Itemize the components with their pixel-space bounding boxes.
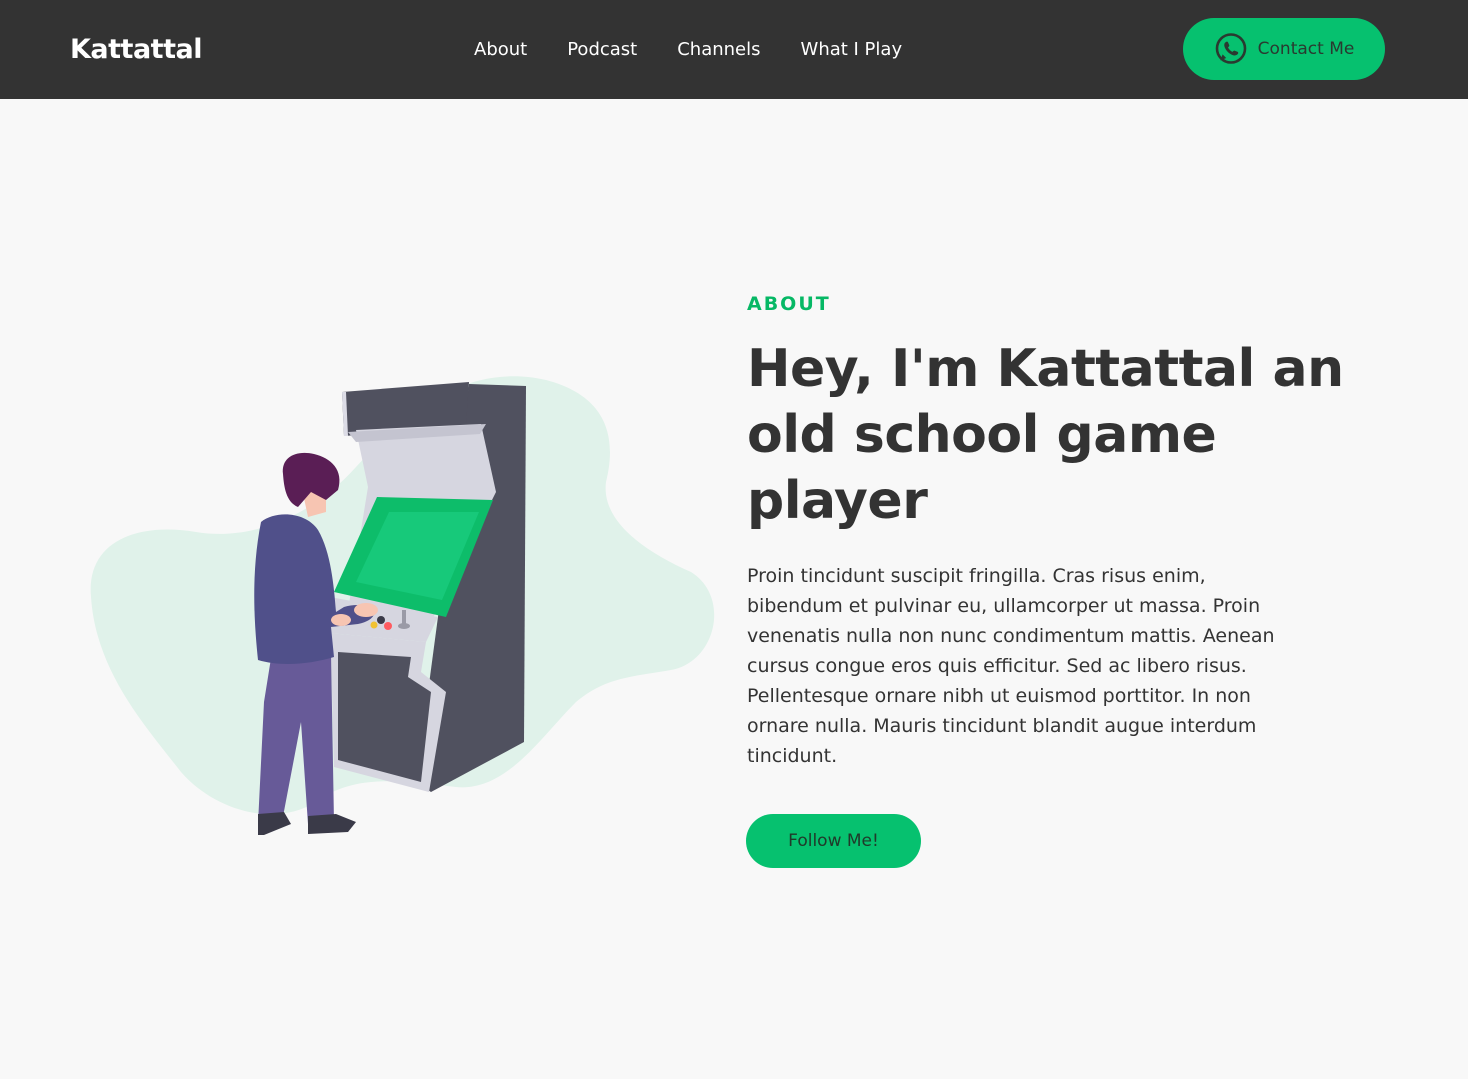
brand-logo[interactable]: Kattattal	[70, 30, 202, 70]
site-header: Kattattal About Podcast Channels What I …	[0, 0, 1468, 99]
contact-me-button[interactable]: Contact Me	[1183, 18, 1385, 80]
nav-link-channels[interactable]: Channels	[677, 37, 760, 63]
intro-paragraph: Proin tincidunt suscipit fringilla. Cras…	[747, 565, 1275, 767]
person-shoes	[258, 812, 291, 835]
person-playing-arcade-illustration	[90, 376, 715, 835]
main-nav: About Podcast Channels What I Play	[474, 37, 902, 63]
follow-me-button[interactable]: Follow Me!	[746, 814, 921, 868]
nav-link-podcast[interactable]: Podcast	[567, 37, 637, 63]
page-title: Hey, I'm Kattattal an old school game pl…	[747, 339, 1344, 531]
section-eyebrow: ABOUT	[747, 293, 831, 315]
nav-link-about[interactable]: About	[474, 37, 527, 63]
nav-link-what-i-play[interactable]: What I Play	[801, 37, 903, 63]
contact-me-label: Contact Me	[1257, 39, 1355, 59]
whatsapp-icon	[1215, 33, 1246, 64]
